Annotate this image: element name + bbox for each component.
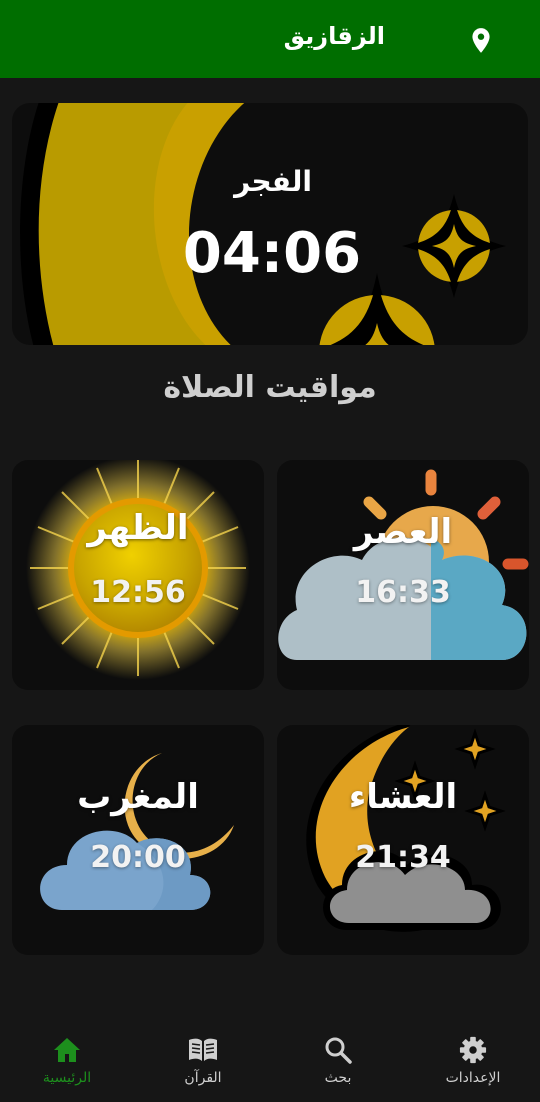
prayer-card-maghrib[interactable]: المغرب 20:00: [12, 725, 264, 955]
nav-label: بحث: [324, 1070, 352, 1086]
prayer-name: العشاء: [348, 777, 458, 817]
nav-label: الرئيسية: [42, 1070, 92, 1086]
prayer-name: الظهر: [87, 508, 189, 548]
nav-home[interactable]: الرئيسية: [12, 1036, 122, 1086]
section-title: مواقيت الصلاة: [163, 370, 377, 405]
prayer-card-asr[interactable]: العصر 16:33: [277, 460, 529, 690]
prayer-name: العصر: [353, 512, 453, 552]
prayer-time: 16:33: [355, 575, 451, 610]
top-app-bar: الزقازيق: [0, 0, 540, 78]
gear-icon: [459, 1036, 487, 1064]
prayer-time: 21:34: [355, 840, 451, 875]
prayer-name: المغرب: [77, 777, 199, 817]
next-prayer-time: 04:06: [182, 221, 362, 286]
prayer-time: 12:56: [90, 575, 186, 610]
nav-label: القرآن: [184, 1070, 222, 1086]
nav-quran[interactable]: القرآن: [148, 1036, 258, 1086]
prayer-time: 20:00: [90, 840, 186, 875]
location-pin-icon[interactable]: [468, 26, 494, 56]
nav-search[interactable]: بحث: [283, 1036, 393, 1086]
next-prayer-card[interactable]: الفجر 04:06: [12, 103, 528, 345]
next-prayer-name: الفجر: [234, 165, 312, 198]
prayer-card-isha[interactable]: العشاء 21:34: [277, 725, 529, 955]
city-name[interactable]: الزقازيق: [284, 22, 385, 50]
prayer-card-dhuhr[interactable]: الظهر 12:56: [12, 460, 264, 690]
bottom-navigation: الرئيسية القرآن بحث الإعدادات: [0, 1022, 540, 1102]
home-icon: [54, 1038, 80, 1062]
book-icon: [189, 1038, 217, 1061]
nav-label: الإعدادات: [445, 1070, 501, 1086]
nav-settings[interactable]: الإعدادات: [418, 1036, 528, 1086]
search-icon: [325, 1037, 352, 1064]
